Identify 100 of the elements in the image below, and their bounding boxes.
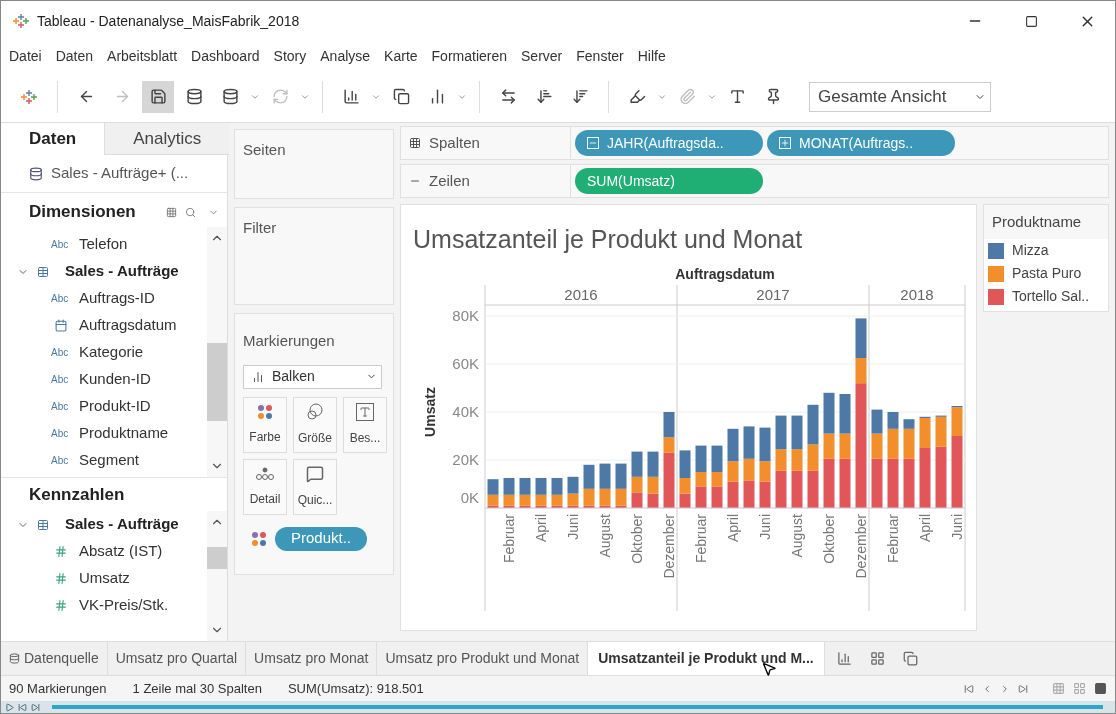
- data-source-icon: [29, 166, 43, 181]
- axis-tick-label: August: [597, 514, 613, 558]
- legend-label: Pasta Puro: [1012, 264, 1082, 283]
- square-icon[interactable]: [1094, 682, 1107, 695]
- logo-icon: [13, 13, 29, 29]
- marks-title: Markierungen: [243, 331, 336, 351]
- axis-tick-label: August: [789, 514, 805, 558]
- mark-card-button[interactable]: Farbe: [243, 396, 287, 453]
- year-header: 2018: [900, 286, 934, 303]
- axis-title: Umsatz: [422, 387, 438, 437]
- bar-segment: [807, 470, 819, 508]
- field-item[interactable]: Kunden-ID: [79, 368, 151, 391]
- window-title: Tableau - Datenanalyse_MaisFabrik_2018: [37, 11, 300, 31]
- mark-card-button[interactable]: Quic...: [293, 458, 337, 515]
- table-name[interactable]: Sales - Aufträge: [65, 260, 179, 283]
- first-page-icon[interactable]: [964, 683, 974, 694]
- shelf-icon: [409, 137, 421, 149]
- play-icon[interactable]: [5, 702, 14, 712]
- next-icon[interactable]: [1000, 683, 1010, 694]
- previous-icon[interactable]: [982, 683, 992, 694]
- axis-tick-label: Februar: [885, 514, 901, 564]
- new-dashboard-icon[interactable]: [869, 651, 885, 666]
- menu-item[interactable]: Fenster: [576, 45, 624, 67]
- view-select[interactable]: Gesamte Ansicht: [809, 81, 991, 112]
- menu-item[interactable]: Dashboard: [191, 45, 260, 67]
- menu-item[interactable]: Analyse: [320, 45, 371, 67]
- legend-title: Produktname: [992, 211, 1082, 232]
- grid-icon[interactable]: [166, 206, 177, 218]
- menu-item[interactable]: Server: [521, 45, 563, 67]
- data-source-name[interactable]: Sales - Aufträge+ (...: [51, 162, 189, 185]
- bar-segment: [871, 409, 883, 434]
- skip-forward-icon[interactable]: [31, 702, 40, 712]
- axis-tick-label: Juni: [949, 514, 965, 540]
- bar-segment: [759, 481, 771, 508]
- new-sheet-icon[interactable]: [836, 651, 852, 666]
- mark-card-button[interactable]: Detail: [243, 458, 287, 515]
- bar-segment: [551, 478, 563, 495]
- bar-segment: [647, 493, 659, 508]
- menu-item[interactable]: Story: [273, 45, 307, 67]
- save-icon[interactable]: [142, 80, 174, 113]
- table-name[interactable]: Sales - Aufträge: [65, 513, 179, 536]
- scrollbar-thumb[interactable]: [207, 343, 227, 421]
- scrollbar-thumb[interactable]: [207, 547, 227, 569]
- status-text: SUM(Umsatz): 918.501: [287, 679, 424, 698]
- table-icon: [37, 265, 49, 278]
- axis-tick-label: April: [917, 514, 933, 542]
- bar-segment: [487, 479, 499, 495]
- menu-item[interactable]: Karte: [384, 45, 418, 67]
- mark-card-button[interactable]: Größe: [293, 396, 337, 453]
- sheet-tab[interactable]: Umsatzanteil je Produkt und M...: [588, 642, 825, 675]
- section-title: Dimensionen: [29, 201, 136, 224]
- menu-item[interactable]: Hilfe: [637, 45, 666, 67]
- shapes-icon: [306, 402, 324, 421]
- axis-tick-label: 80K: [452, 307, 479, 324]
- field-item[interactable]: Umsatz: [79, 567, 130, 590]
- axis-tick-label: Juni: [757, 514, 773, 540]
- field-item[interactable]: Produkt-ID: [79, 395, 151, 418]
- mark-type-select[interactable]: Balken: [243, 364, 382, 389]
- year-header: 2016: [564, 286, 598, 303]
- axis-title: Auftragsdatum: [675, 266, 775, 282]
- field-item[interactable]: Segment: [79, 449, 140, 472]
- maximize-icon[interactable]: [1024, 14, 1038, 28]
- axis-tick-label: Dezember: [853, 514, 869, 579]
- field-item[interactable]: Absatz (IST): [79, 540, 163, 563]
- menu-item[interactable]: Daten: [55, 45, 94, 67]
- axis-tick-label: April: [725, 514, 741, 542]
- axis-tick-label: 40K: [452, 403, 479, 420]
- field-item[interactable]: Auftrags-ID: [79, 287, 155, 310]
- collapse-icon[interactable]: [587, 137, 599, 149]
- search-icon[interactable]: [185, 206, 196, 218]
- field-item[interactable]: VK-Preis/Stk.: [79, 594, 169, 617]
- table-icon: [37, 518, 49, 531]
- field-item[interactable]: Produktname: [79, 422, 169, 445]
- field-item[interactable]: Telefon: [79, 233, 128, 256]
- axis-tick-label: Februar: [501, 514, 517, 564]
- type-label: Abc: [51, 292, 70, 306]
- bar-segment: [519, 478, 531, 495]
- axis-tick-label: Juni: [565, 514, 581, 540]
- field-item[interactable]: Auftragsdatum: [79, 314, 177, 337]
- text-icon: [356, 402, 374, 421]
- expand-icon[interactable]: [779, 137, 791, 149]
- grid-icon[interactable]: [1052, 682, 1065, 695]
- new-story-icon[interactable]: [902, 651, 918, 666]
- dots-icon: [255, 465, 275, 482]
- pane-tab[interactable]: Analytics: [104, 123, 230, 155]
- chart-title: Umsatzanteil je Produkt und Monat: [412, 224, 804, 255]
- mark-card-button[interactable]: Bes...: [343, 396, 387, 453]
- filters-card: Filter: [234, 207, 394, 305]
- field-item[interactable]: Kategorie: [79, 341, 144, 364]
- layout-icon[interactable]: [1073, 682, 1086, 695]
- menu-item[interactable]: Datei: [9, 45, 42, 67]
- pages-card: Seiten: [234, 129, 394, 199]
- menu-item[interactable]: Formatieren: [431, 45, 508, 67]
- bar-segment: [503, 478, 515, 495]
- bar-segment: [567, 476, 579, 494]
- menu-item[interactable]: Arbeitsblatt: [107, 45, 178, 67]
- last-page-icon[interactable]: [1018, 683, 1028, 694]
- type-label: Abc: [51, 454, 70, 468]
- bar-segment: [727, 481, 739, 508]
- skip-back-icon[interactable]: [18, 702, 27, 712]
